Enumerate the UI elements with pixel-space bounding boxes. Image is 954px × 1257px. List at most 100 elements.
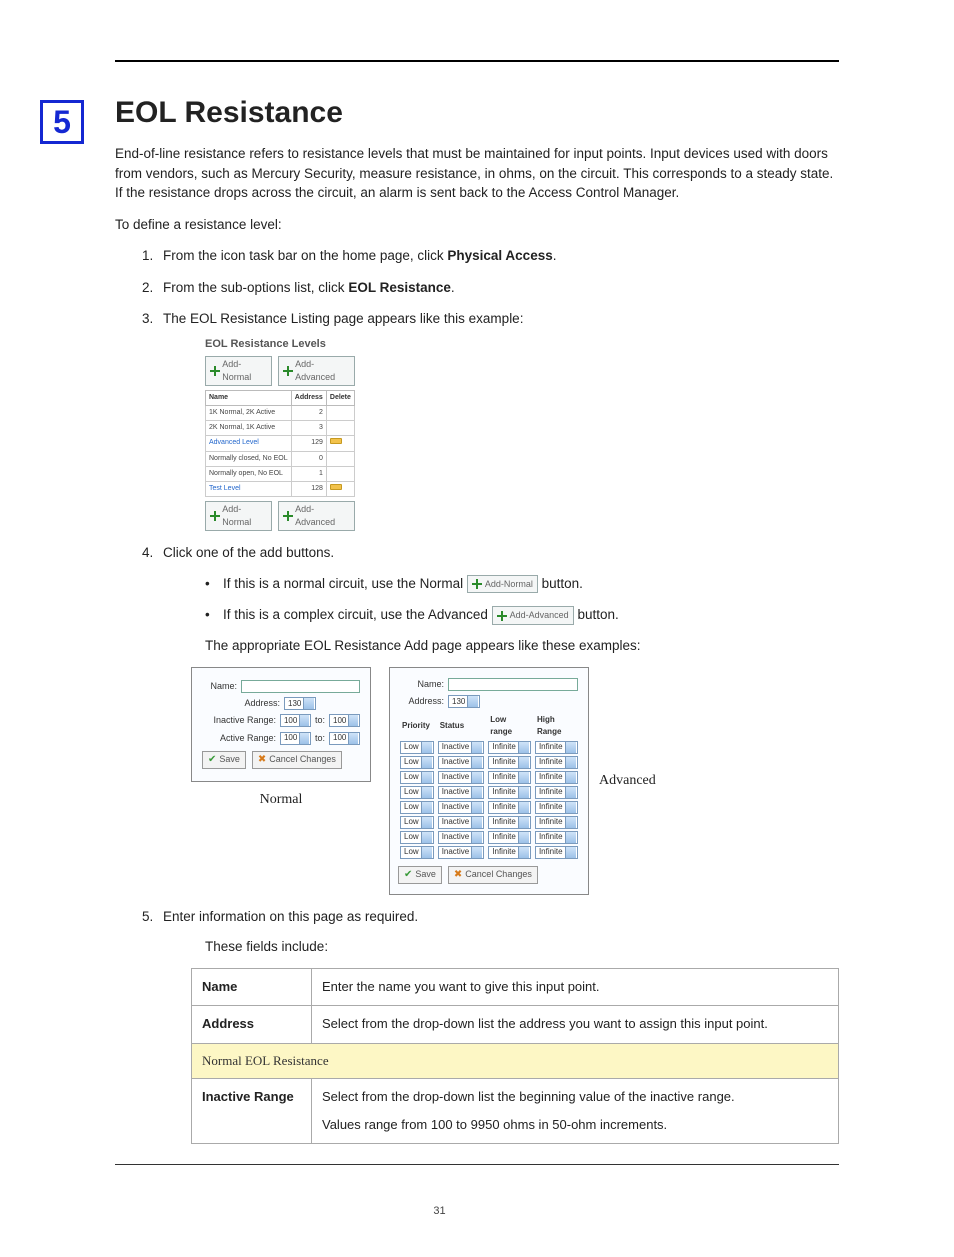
save-button[interactable]: ✔Save bbox=[398, 866, 442, 885]
status-select[interactable]: Inactive bbox=[438, 741, 485, 754]
plus-icon bbox=[472, 579, 482, 589]
table-row: LowInactiveInfiniteInfinite bbox=[398, 830, 580, 845]
add-advanced-button-inline[interactable]: Add-Advanced bbox=[492, 606, 574, 624]
row-address: 0 bbox=[291, 451, 326, 466]
add-advanced-button[interactable]: Add-Advanced bbox=[278, 501, 355, 531]
table-row: LowInactiveInfiniteInfinite bbox=[398, 815, 580, 830]
active-from[interactable]: 100 bbox=[280, 732, 311, 745]
field-inactive-header: Inactive Range bbox=[192, 1078, 312, 1143]
row-name: Normally open, No EOL bbox=[206, 466, 292, 481]
row-delete[interactable] bbox=[326, 436, 354, 451]
name-input[interactable] bbox=[448, 678, 578, 691]
highrange-select[interactable]: Infinite bbox=[535, 816, 578, 829]
priority-select[interactable]: Low bbox=[400, 756, 434, 769]
fields-leadin: These fields include: bbox=[205, 937, 839, 957]
inactive-from[interactable]: 100 bbox=[280, 714, 311, 727]
row-delete bbox=[326, 421, 354, 436]
delete-icon bbox=[330, 484, 342, 490]
listing-screenshot: EOL Resistance Levels Add-Normal Add-Adv… bbox=[205, 337, 355, 531]
field-name-desc: Enter the name you want to give this inp… bbox=[312, 969, 839, 1006]
address-select[interactable]: 130 bbox=[448, 695, 480, 708]
rule-bottom bbox=[115, 1164, 839, 1165]
row-name: 1K Normal, 2K Active bbox=[206, 406, 292, 421]
row-address: 1 bbox=[291, 466, 326, 481]
row-delete[interactable] bbox=[326, 481, 354, 496]
priority-select[interactable]: Low bbox=[400, 801, 434, 814]
inactive-to[interactable]: 100 bbox=[329, 714, 360, 727]
table-row: Inactive Range Select from the drop-down… bbox=[192, 1078, 839, 1143]
highrange-select[interactable]: Infinite bbox=[535, 831, 578, 844]
section-header: Normal EOL Resistance bbox=[192, 1043, 839, 1078]
priority-select[interactable]: Low bbox=[400, 741, 434, 754]
advanced-grid: Priority Status Low range High Range Low… bbox=[398, 712, 580, 859]
table-row: Test Level128 bbox=[206, 481, 355, 496]
status-select[interactable]: Inactive bbox=[438, 801, 485, 814]
row-delete bbox=[326, 406, 354, 421]
cancel-button[interactable]: ✖Cancel Changes bbox=[448, 866, 538, 885]
priority-select[interactable]: Low bbox=[400, 831, 434, 844]
status-select[interactable]: Inactive bbox=[438, 831, 485, 844]
normal-form-wrap: Name: Address:130 Inactive Range:100to:1… bbox=[191, 667, 371, 810]
active-to[interactable]: 100 bbox=[329, 732, 360, 745]
priority-select[interactable]: Low bbox=[400, 771, 434, 784]
add-normal-button[interactable]: Add-Normal bbox=[205, 501, 272, 531]
table-row: LowInactiveInfiniteInfinite bbox=[398, 740, 580, 755]
lowrange-select[interactable]: Infinite bbox=[488, 816, 531, 829]
lowrange-select[interactable]: Infinite bbox=[488, 801, 531, 814]
listing-title: EOL Resistance Levels bbox=[205, 337, 355, 353]
priority-select[interactable]: Low bbox=[400, 786, 434, 799]
add-normal-button-inline[interactable]: Add-Normal bbox=[467, 575, 538, 593]
table-row: LowInactiveInfiniteInfinite bbox=[398, 785, 580, 800]
status-select[interactable]: Inactive bbox=[438, 786, 485, 799]
row-address: 128 bbox=[291, 481, 326, 496]
check-icon: ✔ bbox=[404, 868, 412, 883]
highrange-select[interactable]: Infinite bbox=[535, 741, 578, 754]
save-button[interactable]: ✔Save bbox=[202, 751, 246, 770]
lowrange-select[interactable]: Infinite bbox=[488, 741, 531, 754]
row-name: Normally closed, No EOL bbox=[206, 451, 292, 466]
lowrange-select[interactable]: Infinite bbox=[488, 831, 531, 844]
table-section: Normal EOL Resistance bbox=[192, 1043, 839, 1078]
lowrange-select[interactable]: Infinite bbox=[488, 786, 531, 799]
add-advanced-button[interactable]: Add-Advanced bbox=[278, 356, 355, 386]
check-icon: ✔ bbox=[208, 753, 216, 768]
row-name[interactable]: Advanced Level bbox=[206, 436, 292, 451]
lowrange-select[interactable]: Infinite bbox=[488, 756, 531, 769]
highrange-select[interactable]: Infinite bbox=[535, 756, 578, 769]
cancel-button[interactable]: ✖Cancel Changes bbox=[252, 751, 342, 770]
status-select[interactable]: Inactive bbox=[438, 771, 485, 784]
chapter-badge: 5 bbox=[40, 100, 84, 144]
highrange-select[interactable]: Infinite bbox=[535, 846, 578, 859]
step-1: From the icon task bar on the home page,… bbox=[157, 246, 839, 266]
priority-select[interactable]: Low bbox=[400, 816, 434, 829]
step-5: Enter information on this page as requir… bbox=[157, 907, 839, 1144]
lowrange-select[interactable]: Infinite bbox=[488, 771, 531, 784]
priority-select[interactable]: Low bbox=[400, 846, 434, 859]
address-select[interactable]: 130 bbox=[284, 697, 316, 710]
status-select[interactable]: Inactive bbox=[438, 846, 485, 859]
status-select[interactable]: Inactive bbox=[438, 756, 485, 769]
highrange-select[interactable]: Infinite bbox=[535, 801, 578, 814]
col-address: Address bbox=[291, 390, 326, 405]
row-delete bbox=[326, 451, 354, 466]
after-buttons: The appropriate EOL Resistance Add page … bbox=[205, 636, 839, 656]
row-name: 2K Normal, 1K Active bbox=[206, 421, 292, 436]
lowrange-select[interactable]: Infinite bbox=[488, 846, 531, 859]
status-select[interactable]: Inactive bbox=[438, 816, 485, 829]
leadin: To define a resistance level: bbox=[115, 215, 839, 235]
row-address: 2 bbox=[291, 406, 326, 421]
row-name[interactable]: Test Level bbox=[206, 481, 292, 496]
page-title: EOL Resistance bbox=[115, 96, 839, 130]
row-address: 129 bbox=[291, 436, 326, 451]
table-row: LowInactiveInfiniteInfinite bbox=[398, 770, 580, 785]
table-row: Address Select from the drop-down list t… bbox=[192, 1006, 839, 1043]
highrange-select[interactable]: Infinite bbox=[535, 786, 578, 799]
advanced-form-wrap: Name: Address:130 Priority Status Low ra… bbox=[389, 667, 656, 895]
col-name: Name bbox=[206, 390, 292, 405]
name-input[interactable] bbox=[241, 680, 360, 693]
advanced-form: Name: Address:130 Priority Status Low ra… bbox=[389, 667, 589, 895]
table-row: LowInactiveInfiniteInfinite bbox=[398, 755, 580, 770]
add-normal-button[interactable]: Add-Normal bbox=[205, 356, 272, 386]
highrange-select[interactable]: Infinite bbox=[535, 771, 578, 784]
table-row: Normally closed, No EOL0 bbox=[206, 451, 355, 466]
